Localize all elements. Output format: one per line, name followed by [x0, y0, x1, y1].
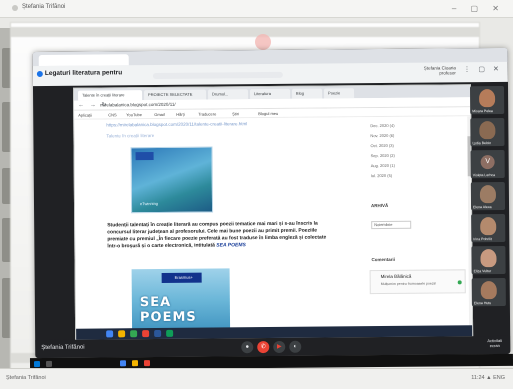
participant-tiles: Mioara Pelea Lydia Belcin V Violeta Lerh…: [469, 85, 506, 336]
activities-button[interactable]: Activitati ecran: [487, 338, 502, 348]
archive-item[interactable]: Nov. 2020 (6): [370, 133, 394, 138]
browser-tab[interactable]: Blog: [292, 88, 323, 99]
participant-avatar: V: [480, 155, 495, 170]
bookmark[interactable]: Știri: [232, 111, 239, 116]
participant-tile[interactable]: Eliza Vultur: [471, 245, 506, 275]
bookmark[interactable]: Blogul meu: [258, 111, 278, 116]
bookmark[interactable]: CNS: [108, 112, 116, 117]
address-bar[interactable]: [152, 71, 283, 80]
browser-tab[interactable]: Drumul...: [208, 89, 249, 100]
comment-card: Mirela Bălănică Mulțumim pentru frumoase…: [369, 269, 466, 295]
window-controls[interactable]: – ▢ ✕: [452, 4, 505, 13]
start-icon[interactable]: [33, 361, 41, 368]
bookmark[interactable]: Gmail: [154, 112, 164, 117]
participant-tile[interactable]: Elena Alexa: [470, 181, 506, 211]
participant-video: [479, 89, 496, 108]
app-icon[interactable]: [143, 360, 151, 367]
post-link[interactable]: https://mirelabalanica.blogspot.com/2020…: [106, 121, 247, 127]
browser-tab[interactable]: [38, 54, 129, 67]
participant-video: [480, 249, 497, 268]
post-paragraph: Studenții talentați în creație literară …: [107, 220, 327, 250]
blog-sidebar: Dec. 2020 (4) Nov. 2020 (6) Oct. 2020 (3…: [364, 116, 470, 327]
chrome-icon[interactable]: [106, 330, 114, 338]
archive-select[interactable]: Noiembrie: [371, 220, 412, 230]
archive-item[interactable]: Aug. 2020 (1): [371, 163, 395, 168]
camera-icon[interactable]: ▶: [273, 340, 286, 353]
outer-taskbar-label[interactable]: Ștefania Trifănoi: [6, 375, 46, 381]
participant-tile[interactable]: V Violeta Lerhca: [470, 149, 505, 179]
sea-poems-poster: Erasmus+ SEA POEMS: [131, 268, 231, 330]
sea-poems-link[interactable]: SEA POEMS: [216, 242, 246, 248]
meet-header: Legaturi literatura pentru Ștefania Cioa…: [32, 47, 508, 87]
outer-window-title: Ștefania Trifănoi: [22, 4, 66, 10]
participant-video: [479, 185, 497, 204]
eu-flag-icon: [135, 152, 154, 161]
participant-video: [480, 281, 497, 300]
bookmark[interactable]: Traducere: [198, 111, 216, 116]
bookmark[interactable]: YouTube: [126, 112, 142, 117]
meet-window: Legaturi literatura pentru Ștefania Cioa…: [32, 47, 511, 359]
check-icon: [457, 280, 462, 285]
folder-icon[interactable]: [131, 360, 139, 367]
hangup-icon[interactable]: ✆: [257, 341, 270, 354]
browser-tab[interactable]: Poezie: [324, 88, 355, 99]
header-icons[interactable]: ⋮ ▢ ✕: [463, 65, 501, 73]
search-icon[interactable]: [45, 360, 53, 367]
participant-video: [480, 217, 497, 236]
app-icon[interactable]: [166, 329, 174, 337]
participant-tile[interactable]: Lydia Belcin: [470, 117, 505, 147]
url-text[interactable]: mirelabalanica.blogspot.com/2020/11/: [100, 102, 176, 108]
meet-title: Legaturi literatura pentru: [44, 69, 123, 77]
archive-item[interactable]: Iul. 2020 (5): [371, 173, 392, 178]
post-subtitle[interactable]: Talente în creații literare: [106, 133, 154, 138]
browser-tab[interactable]: Literatura: [250, 88, 291, 100]
browser-tab[interactable]: Talente în creații literare: [78, 90, 143, 101]
archive-item[interactable]: Dec. 2020 (4): [370, 123, 394, 128]
etwinning-card-image: eTwinning: [130, 146, 214, 214]
meet-avatar-icon: [36, 70, 43, 78]
outer-taskbar: Ștefania Trifănoi 11:24 ▲ ENG: [0, 368, 513, 389]
background-hangup-icon: [255, 34, 271, 50]
meet-logo-icon: [12, 5, 18, 11]
archive-heading: ARHIVĂ: [371, 202, 389, 209]
app-icon[interactable]: [130, 330, 138, 338]
comments-heading: Comentarii: [371, 256, 396, 263]
outer-title-bar: Ștefania Trifănoi – ▢ ✕: [0, 0, 513, 18]
browser-tab[interactable]: PROIECTE SELECTATE: [144, 89, 207, 101]
microphone-icon[interactable]: ●: [241, 341, 254, 354]
bookmark[interactable]: Aplicații: [78, 113, 92, 118]
meeting-details[interactable]: Ștefania Trifănoi: [41, 345, 84, 351]
chrome-icon[interactable]: [119, 360, 127, 367]
participant-tile[interactable]: Irina Pohrilit: [471, 213, 506, 243]
word-icon[interactable]: [154, 329, 162, 338]
participant-tile[interactable]: Mioara Pelea: [469, 85, 505, 115]
participant-tile[interactable]: Elena Hutu: [471, 277, 506, 307]
archive-item[interactable]: Sep. 2020 (2): [371, 153, 395, 158]
participant-video: [479, 121, 496, 140]
app-icon[interactable]: [142, 330, 150, 338]
erasmus-badge: Erasmus+: [161, 272, 202, 283]
shared-screen: Talente în creații literare PROIECTE SEL…: [72, 84, 474, 341]
folder-icon[interactable]: [118, 330, 126, 338]
system-tray[interactable]: 11:24 ▲ ENG: [471, 375, 505, 381]
bookmark[interactable]: Hărți: [176, 112, 184, 117]
archive-item[interactable]: Oct. 2020 (3): [370, 143, 393, 148]
user-info: Ștefania Cioaria profesor: [423, 65, 456, 76]
present-icon[interactable]: ◐: [289, 340, 302, 353]
